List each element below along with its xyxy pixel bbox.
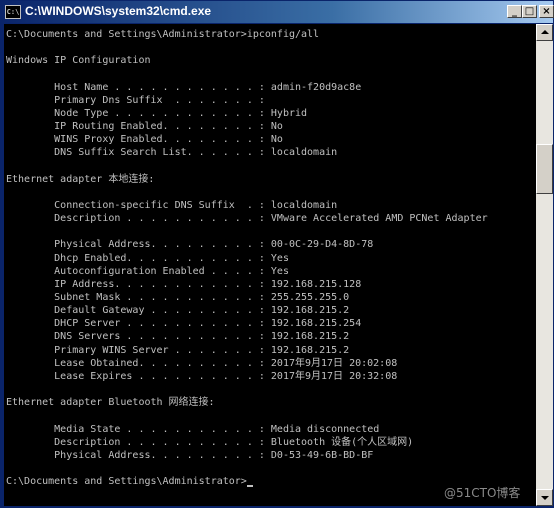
scroll-thumb[interactable] (536, 144, 553, 194)
console-line: Subnet Mask . . . . . . . . . . . : 255.… (6, 292, 350, 303)
console-line: C:\Documents and Settings\Administrator> (6, 475, 253, 488)
arrow-down-icon (541, 496, 549, 500)
console-line: Host Name . . . . . . . . . . . . : admi… (6, 81, 362, 93)
console-line: C:\Documents and Settings\Administrator>… (6, 29, 320, 40)
console-output[interactable]: C:\Documents and Settings\Administrator>… (4, 24, 536, 506)
window-title: C:\WINDOWS\system32\cmd.exe (25, 4, 212, 18)
cmd-window: C:\ C:\WINDOWS\system32\cmd.exe _ □ × C:… (0, 0, 554, 508)
console-line: Description . . . . . . . . . . . : VMwa… (6, 213, 488, 225)
console-line: IP Routing Enabled. . . . . . . . : No (6, 121, 283, 133)
scroll-down-button[interactable] (536, 489, 553, 506)
console-line: Primary WINS Server . . . . . . . : 192.… (6, 344, 350, 356)
console-line: Dhcp Enabled. . . . . . . . . . . : Yes (6, 252, 289, 264)
cmd-icon[interactable]: C:\ (5, 5, 21, 19)
vertical-scrollbar[interactable] (536, 24, 553, 506)
minimize-button[interactable]: _ (507, 5, 522, 18)
console-line: Windows IP Configuration (6, 55, 151, 67)
console-line: Lease Expires . . . . . . . . . . : 2017… (6, 370, 398, 382)
title-bar[interactable]: C:\ C:\WINDOWS\system32\cmd.exe _ □ × (1, 1, 554, 23)
console-line: Ethernet adapter 本地连接: (6, 173, 155, 185)
console-line: Physical Address. . . . . . . . . : D0-5… (6, 449, 374, 461)
console-line: Default Gateway . . . . . . . . . : 192.… (6, 305, 350, 317)
console-line: Ethernet adapter Bluetooth 网络连接: (6, 397, 215, 409)
console-line: WINS Proxy Enabled. . . . . . . . : No (6, 134, 283, 146)
console-line: Physical Address. . . . . . . . . : 00-0… (6, 239, 374, 251)
console-line: Connection-specific DNS Suffix . : local… (6, 199, 338, 211)
console-line: DHCP Server . . . . . . . . . . . : 192.… (6, 318, 362, 330)
console-line: Autoconfiguration Enabled . . . . : Yes (6, 265, 289, 277)
console-line: Lease Obtained. . . . . . . . . . : 2017… (6, 357, 398, 369)
console-line: Primary Dns Suffix . . . . . . . : (6, 94, 265, 106)
text-cursor (246, 485, 253, 488)
close-button[interactable]: × (539, 5, 554, 18)
maximize-button[interactable]: □ (522, 5, 537, 18)
console-line: DNS Suffix Search List. . . . . . : loca… (6, 147, 338, 159)
console-line: DNS Servers . . . . . . . . . . . : 192.… (6, 331, 350, 343)
console-line: IP Address. . . . . . . . . . . . : 192.… (6, 278, 362, 290)
arrow-up-icon (541, 30, 549, 34)
watermark: @51CTO博客 (444, 486, 521, 500)
console-line: Node Type . . . . . . . . . . . . : Hybr… (6, 107, 308, 119)
console-line: Description . . . . . . . . . . . : Blue… (6, 436, 414, 448)
scroll-up-button[interactable] (536, 24, 553, 41)
console-line: Media State . . . . . . . . . . . : Medi… (6, 423, 380, 435)
